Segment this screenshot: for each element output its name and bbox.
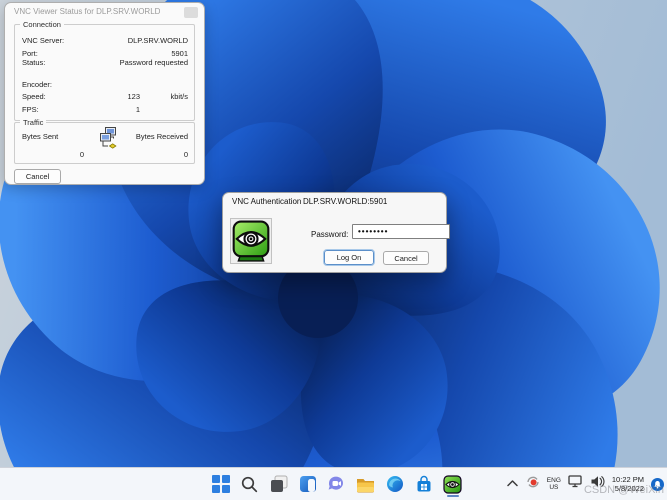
network-button[interactable] bbox=[568, 475, 583, 493]
taskbar: ENG US 10:22 PM 5/8/2022 bbox=[0, 467, 667, 500]
status-window-titlebar[interactable]: VNC Viewer Status for DLP.SRV.WORLD bbox=[5, 3, 204, 21]
network-icon bbox=[568, 475, 582, 488]
volume-icon bbox=[591, 476, 605, 487]
status-row-status: Status: Password requested bbox=[22, 58, 188, 67]
file-explorer-button[interactable] bbox=[354, 471, 378, 497]
edge-button[interactable] bbox=[383, 471, 407, 497]
close-button[interactable] bbox=[184, 7, 198, 18]
notification-badge[interactable] bbox=[651, 477, 664, 491]
auth-window-title: VNC Authentication bbox=[232, 197, 302, 206]
connection-group-label: Connection bbox=[20, 20, 64, 29]
bytes-sent-value: 0 bbox=[79, 150, 84, 159]
clock-date: 5/8/2022 bbox=[614, 484, 644, 493]
bytes-received-label: Bytes Received bbox=[135, 132, 188, 141]
vnc-viewer-icon bbox=[443, 474, 462, 494]
vnc-eye-icon bbox=[230, 218, 272, 264]
auth-window-titlebar[interactable]: VNC Authentication DLP.SRV.WORLD:5901 bbox=[223, 193, 446, 211]
status-row-fps: FPS: 1 bbox=[22, 105, 140, 114]
clock-time: 10:22 PM bbox=[611, 474, 644, 484]
volume-button[interactable] bbox=[590, 475, 605, 493]
log-on-button[interactable]: Log On bbox=[323, 249, 375, 266]
widgets-icon bbox=[299, 476, 316, 492]
status-row-server: VNC Server: DLP.SRV.WORLD bbox=[22, 36, 188, 45]
chat-button[interactable] bbox=[325, 471, 349, 497]
tray-app-button[interactable] bbox=[526, 475, 540, 494]
tray-app-icon bbox=[527, 476, 539, 487]
status-window-title: VNC Viewer Status for DLP.SRV.WORLD bbox=[14, 7, 161, 16]
task-view-icon bbox=[270, 475, 287, 492]
traffic-group-label: Traffic bbox=[20, 118, 47, 127]
vnc-auth-window: VNC Authentication DLP.SRV.WORLD:5901 Pa… bbox=[222, 192, 450, 273]
status-row-encoder: Encoder: bbox=[22, 80, 53, 89]
taskbar-tray: ENG US 10:22 PM 5/8/2022 bbox=[506, 468, 664, 500]
vnc-viewer-taskbar-button[interactable] bbox=[441, 471, 465, 497]
status-row-speed: Speed: 123 kbit/s bbox=[22, 92, 188, 101]
search-button[interactable] bbox=[238, 471, 262, 497]
file-explorer-icon bbox=[357, 478, 374, 492]
hidden-icons-chevron[interactable] bbox=[506, 475, 519, 493]
microsoft-store-button[interactable] bbox=[412, 471, 436, 497]
language-line1: ENG bbox=[546, 477, 561, 484]
traffic-values-row: 0 0 bbox=[22, 150, 188, 160]
auth-cancel-button[interactable]: Cancel bbox=[383, 251, 429, 265]
language-line2: US bbox=[549, 484, 559, 491]
chevron-up-icon bbox=[507, 480, 518, 487]
password-input[interactable] bbox=[352, 224, 450, 239]
active-app-indicator bbox=[446, 494, 459, 497]
clock[interactable]: 10:22 PM 5/8/2022 bbox=[612, 475, 644, 494]
widgets-button[interactable] bbox=[296, 471, 320, 497]
bytes-received-value: 0 bbox=[183, 150, 188, 159]
status-cancel-button[interactable]: Cancel bbox=[14, 169, 61, 184]
edge-icon bbox=[386, 476, 403, 492]
windows-start-icon bbox=[211, 475, 230, 493]
vnc-status-window: VNC Viewer Status for DLP.SRV.WORLD Conn… bbox=[4, 2, 205, 185]
bytes-sent-label: Bytes Sent bbox=[22, 132, 59, 141]
bell-icon bbox=[654, 480, 661, 488]
language-indicator[interactable]: ENG US bbox=[547, 477, 561, 491]
search-icon bbox=[241, 476, 258, 492]
auth-window-host: DLP.SRV.WORLD:5901 bbox=[303, 197, 388, 206]
traffic-group: Traffic Bytes Sent Bytes Received 0 0 bbox=[14, 118, 195, 164]
taskbar-center-icons bbox=[206, 471, 467, 497]
chat-icon bbox=[328, 476, 343, 490]
password-label: Password: bbox=[311, 230, 349, 239]
microsoft-store-icon bbox=[417, 475, 430, 492]
connection-group: Connection VNC Server: DLP.SRV.WORLD Por… bbox=[14, 20, 195, 121]
desktop: VNC Viewer Status for DLP.SRV.WORLD Conn… bbox=[0, 0, 667, 500]
start-button[interactable] bbox=[209, 471, 233, 497]
task-view-button[interactable] bbox=[267, 471, 291, 497]
